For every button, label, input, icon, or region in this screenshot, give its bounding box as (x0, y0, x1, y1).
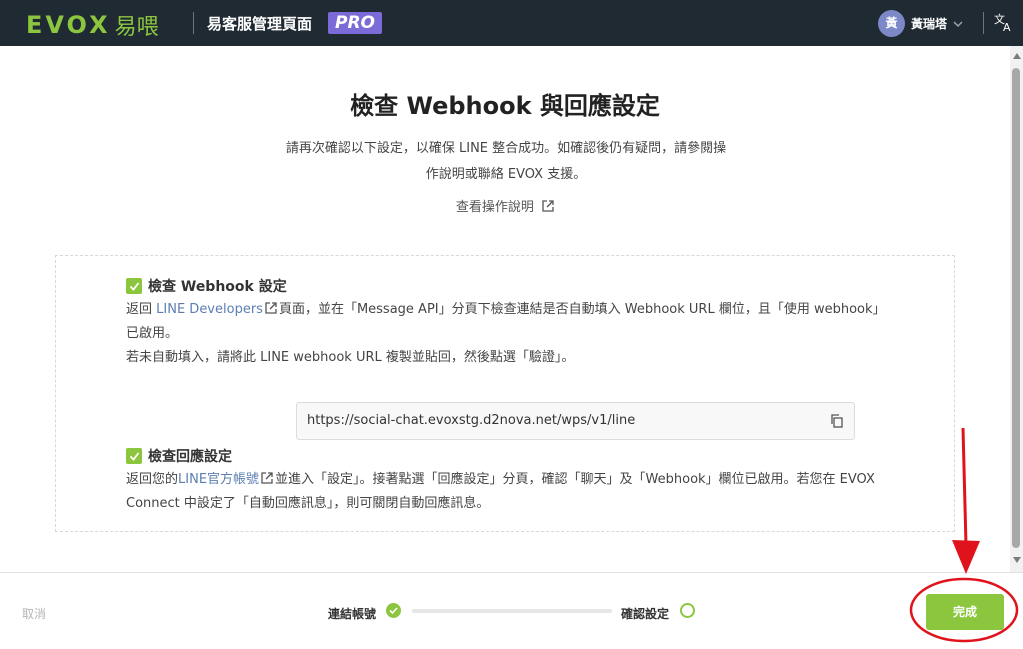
scroll-up-arrow-icon[interactable] (1013, 53, 1021, 59)
webhook-section-body: 返回 LINE Developers 頁面，並在「Message API」分頁下檢… (126, 298, 896, 370)
page-description: 請再次確認以下設定，以確保 LINE 整合成功。如確認後仍有疑問，請參閱操作說明… (285, 141, 727, 182)
reply-text-prefix: 返回您的 (126, 472, 179, 487)
step-progress-line (412, 609, 612, 613)
reply-section-title: 檢查回應設定 (148, 449, 232, 465)
copy-icon[interactable] (830, 414, 844, 428)
line-developers-link[interactable]: LINE Developers (156, 302, 263, 317)
help-link[interactable]: 查看操作說明 (0, 196, 1010, 215)
cancel-button[interactable]: 取消 (22, 605, 46, 622)
checklist-box: 檢查 Webhook 設定 返回 LINE Developers 頁面，並在「Me… (55, 255, 955, 532)
avatar: 黃 (878, 10, 905, 37)
webhook-section-title: 檢查 Webhook 設定 (148, 279, 287, 295)
user-menu[interactable]: 黃 黃瑞塔 (878, 10, 964, 37)
webhook-text-prefix: 返回 (126, 302, 153, 317)
chevron-down-icon (953, 20, 963, 27)
logo-cn-text: 易喂 (114, 15, 159, 40)
line-official-account-link[interactable]: LINE官方帳號 (178, 472, 259, 487)
scroll-down-arrow-icon[interactable] (1013, 557, 1021, 563)
external-link-icon (261, 472, 273, 484)
evox-logo[interactable]: EVOX 易喂 (26, 9, 159, 41)
webhook-text-line2: 若未自動填入，請將此 LINE webhook URL 複製並貼回，然後點選「驗… (126, 350, 575, 365)
scroll-thumb[interactable] (1012, 68, 1020, 548)
step-1-label: 連結帳號 (328, 607, 377, 621)
page-title: 檢查 Webhook 與回應設定 (350, 92, 660, 120)
webhook-url-value: https://social-chat.evoxstg.d2nova.net/w… (307, 413, 636, 428)
help-link-text: 查看操作說明 (455, 200, 534, 215)
checkbox-checked-icon (126, 278, 142, 294)
external-link-icon (265, 302, 277, 314)
translate-icon[interactable]: 文 A (994, 12, 1014, 32)
pro-badge: PRO (328, 12, 382, 34)
svg-text:A: A (1003, 21, 1011, 32)
reply-section: 檢查回應設定 返回您的LINE官方帳號 並進入「設定」。接著點選「回應設定」分頁，… (126, 446, 896, 516)
top-bar: EVOX 易喂 易客服管理頁面 PRO 黃 黃瑞塔 文 A (0, 0, 1023, 46)
webhook-url-field[interactable]: https://social-chat.evoxstg.d2nova.net/w… (296, 402, 855, 440)
webhook-section: 檢查 Webhook 設定 返回 LINE Developers 頁面，並在「Me… (126, 276, 896, 440)
footer-bar: 取消 連結帳號 確認設定 完成 (0, 572, 1023, 649)
vertical-scrollbar[interactable] (1010, 46, 1023, 572)
step-complete-icon (386, 603, 401, 618)
header-divider-2 (983, 12, 984, 34)
main-content: 檢查 Webhook 與回應設定 請再次確認以下設定，以確保 LINE 整合成功… (0, 46, 1010, 572)
user-name: 黃瑞塔 (911, 17, 948, 31)
app-title: 易客服管理頁面 (207, 15, 313, 33)
done-button[interactable]: 完成 (926, 594, 1004, 630)
reply-section-body: 返回您的LINE官方帳號 並進入「設定」。接著點選「回應設定」分頁，確認「聊天」及… (126, 468, 896, 516)
header-divider (193, 12, 194, 34)
step-2-label: 確認設定 (621, 607, 670, 621)
step-current-icon (680, 603, 695, 618)
external-link-icon (542, 200, 554, 212)
checkbox-checked-icon (126, 448, 142, 464)
logo-text: EVOX (26, 11, 111, 39)
